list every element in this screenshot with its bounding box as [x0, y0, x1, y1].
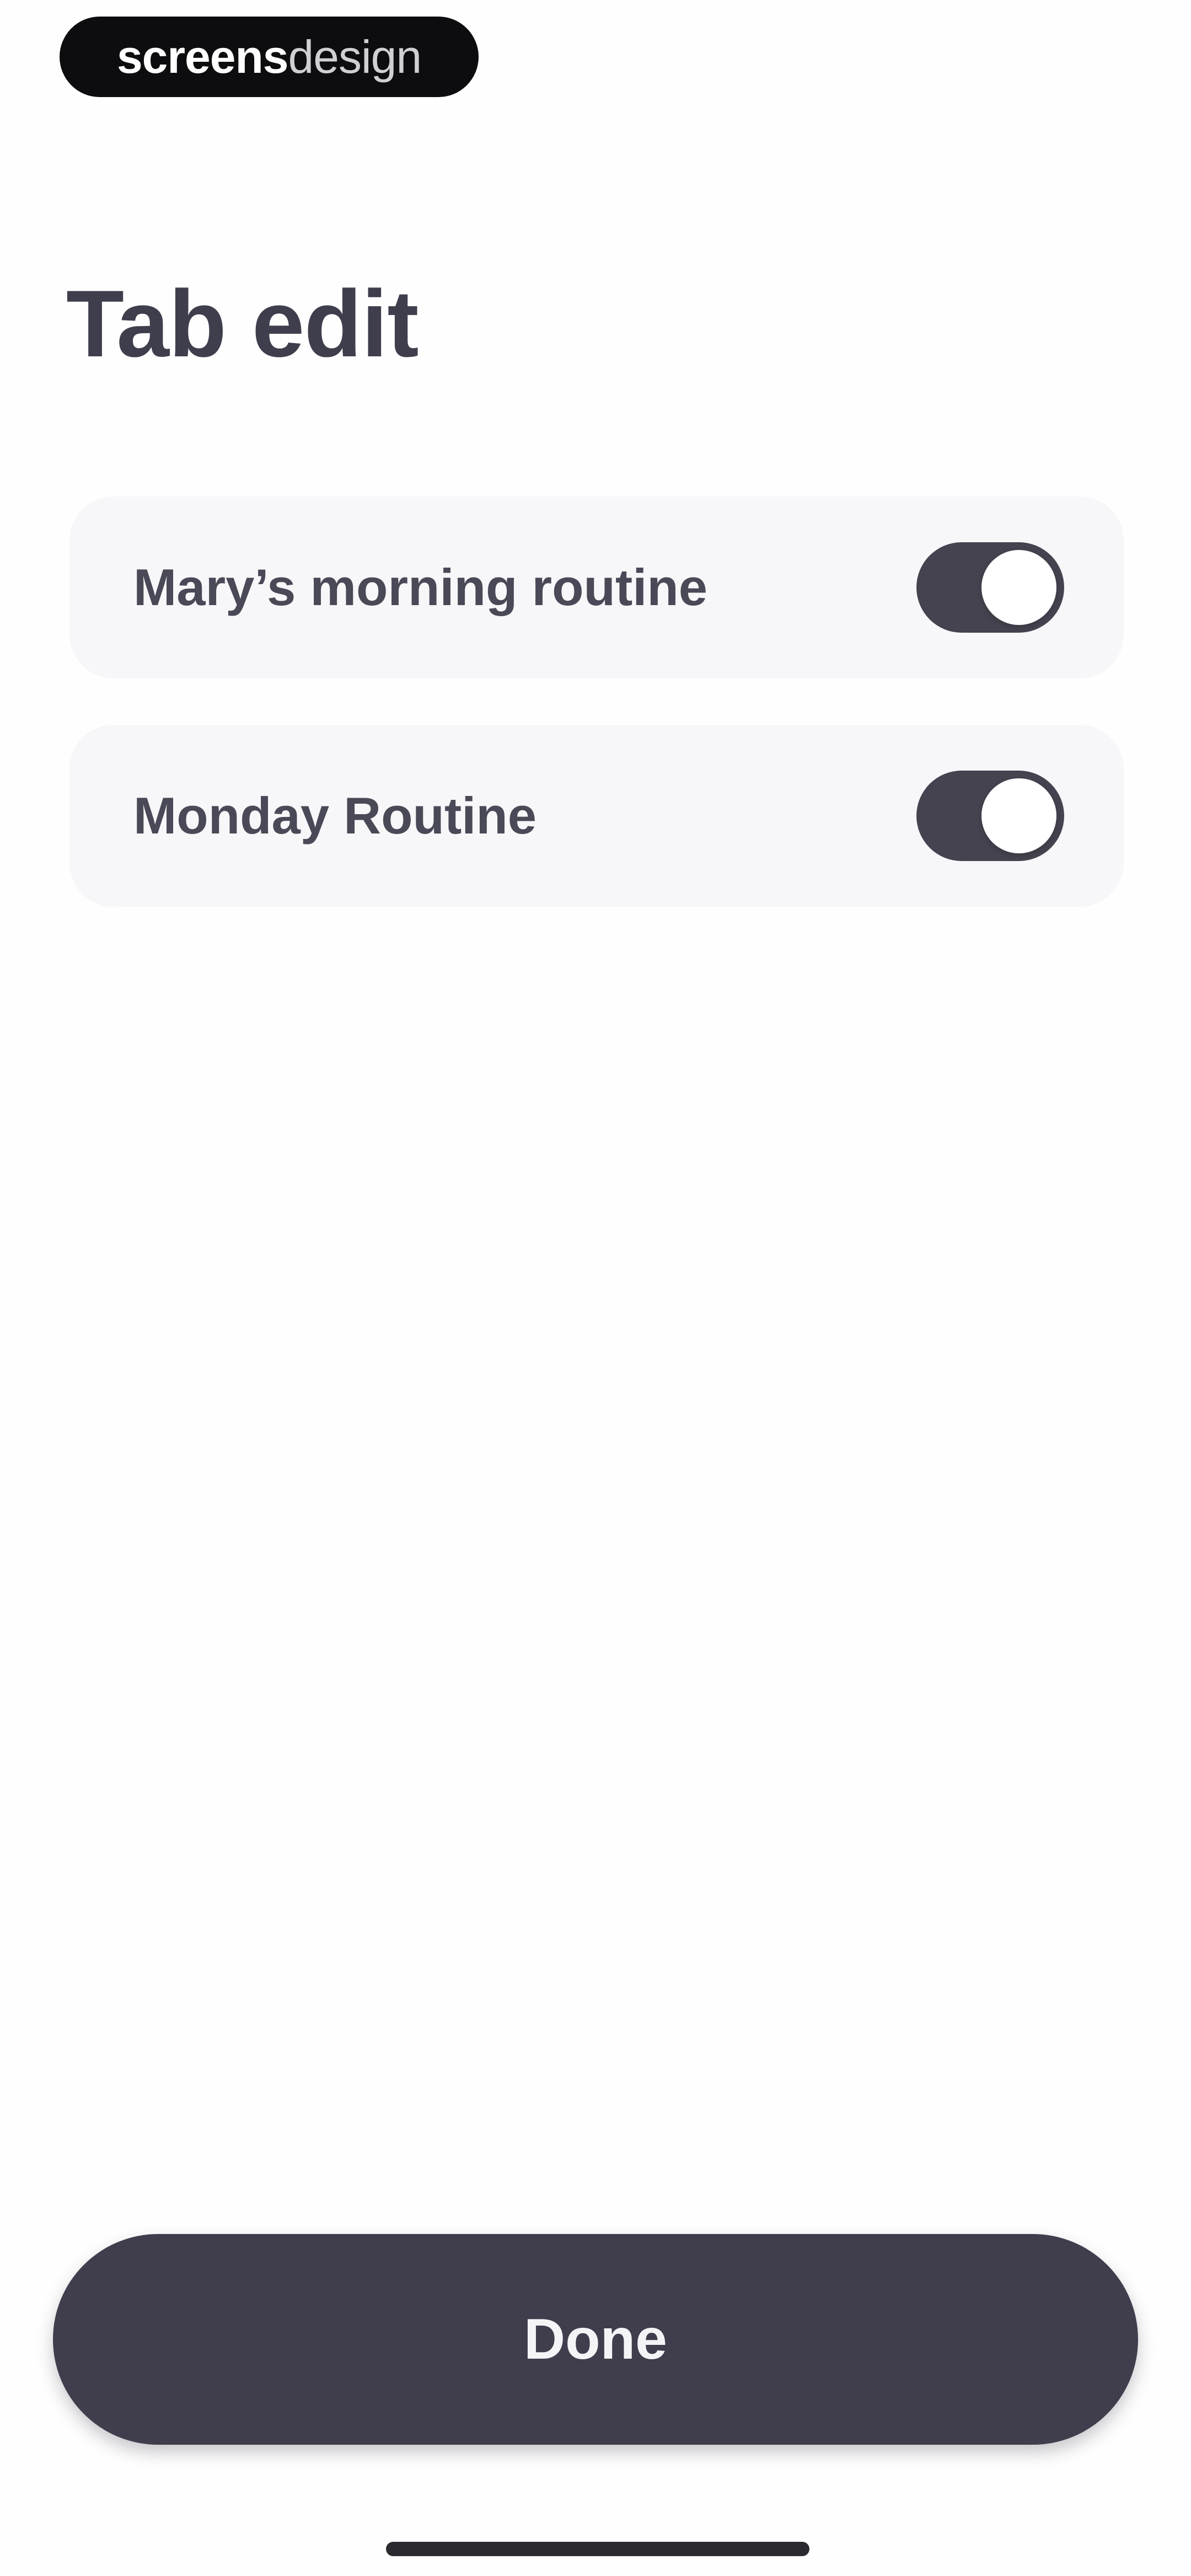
home-indicator	[386, 2542, 809, 2556]
routine-toggle-monday[interactable]	[916, 771, 1064, 861]
routine-label: Monday Routine	[133, 787, 537, 845]
toggle-knob	[981, 550, 1056, 625]
screensdesign-logo: screens design	[60, 17, 479, 97]
done-button[interactable]: Done	[53, 2234, 1138, 2445]
logo-text-screens: screens	[116, 30, 289, 83]
routine-label: Mary’s morning routine	[133, 558, 708, 616]
routine-row-monday: Monday Routine	[69, 725, 1124, 907]
routine-list: Mary’s morning routine Monday Routine	[69, 496, 1124, 953]
routine-row-marys-morning: Mary’s morning routine	[69, 496, 1124, 678]
logo-text-design: design	[288, 30, 422, 83]
toggle-knob	[981, 778, 1056, 853]
page-title: Tab edit	[66, 271, 419, 377]
tab-edit-screen: screens design Tab edit Mary’s morning ro…	[0, 0, 1191, 2576]
routine-toggle-marys-morning[interactable]	[916, 542, 1064, 633]
